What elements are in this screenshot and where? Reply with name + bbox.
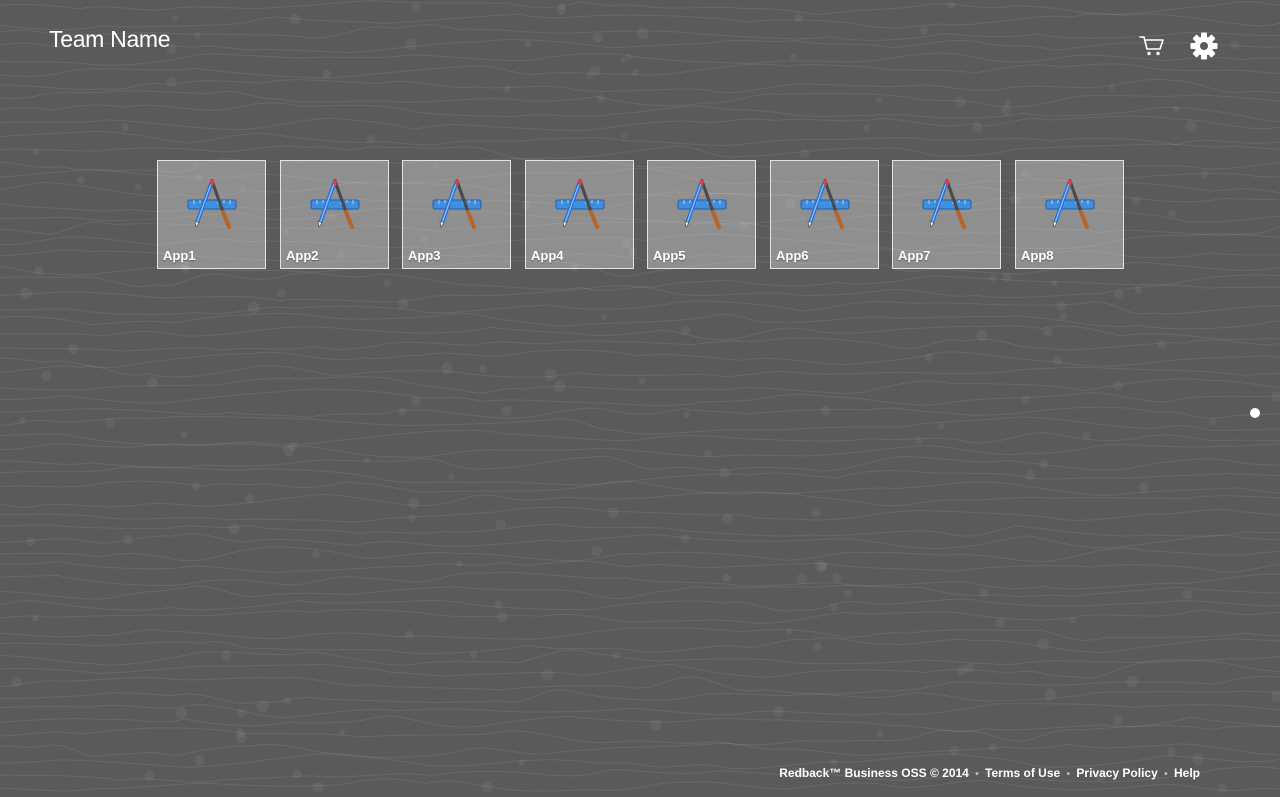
footer: Redback™ Business OSS © 2014 • Terms of … bbox=[779, 766, 1200, 780]
app-tile[interactable]: App6 bbox=[770, 160, 879, 269]
app-label: App6 bbox=[776, 248, 809, 263]
app-label: App3 bbox=[408, 248, 441, 263]
app-tile[interactable]: App7 bbox=[892, 160, 1001, 269]
app-tile[interactable]: App4 bbox=[525, 160, 634, 269]
app-label: App7 bbox=[898, 248, 931, 263]
xcode-app-icon bbox=[555, 179, 605, 229]
xcode-app-icon bbox=[310, 179, 360, 229]
xcode-app-icon bbox=[187, 179, 237, 229]
footer-separator: • bbox=[975, 769, 979, 780]
app-tile[interactable]: App1 bbox=[157, 160, 266, 269]
copyright-text: Redback™ Business OSS © 2014 bbox=[779, 766, 969, 780]
xcode-app-icon bbox=[1045, 179, 1095, 229]
footer-separator: • bbox=[1164, 769, 1168, 780]
xcode-app-icon bbox=[677, 179, 727, 229]
app-label: App4 bbox=[531, 248, 564, 263]
xcode-app-icon bbox=[800, 179, 850, 229]
background-pattern bbox=[0, 0, 1280, 794]
settings-button[interactable] bbox=[1189, 31, 1219, 61]
app-label: App2 bbox=[286, 248, 319, 263]
page-indicator-dot[interactable] bbox=[1250, 408, 1260, 418]
app-tile[interactable]: App3 bbox=[402, 160, 511, 269]
app-label: App8 bbox=[1021, 248, 1054, 263]
team-name: Team Name bbox=[49, 26, 171, 52]
app-tile[interactable]: App8 bbox=[1015, 160, 1124, 269]
app-tile[interactable]: App2 bbox=[280, 160, 389, 269]
terms-of-use-link[interactable]: Terms of Use bbox=[985, 766, 1060, 780]
help-link[interactable]: Help bbox=[1174, 766, 1200, 780]
app-label: App5 bbox=[653, 248, 686, 263]
cart-button[interactable] bbox=[1138, 34, 1166, 58]
app-tile[interactable]: App5 bbox=[647, 160, 756, 269]
privacy-policy-link[interactable]: Privacy Policy bbox=[1076, 766, 1157, 780]
footer-separator: • bbox=[1066, 769, 1071, 780]
shopping-cart-icon bbox=[1139, 36, 1164, 56]
xcode-app-icon bbox=[922, 179, 972, 229]
app-label: App1 bbox=[163, 248, 196, 263]
gear-icon bbox=[1190, 32, 1218, 60]
xcode-app-icon bbox=[432, 179, 482, 229]
